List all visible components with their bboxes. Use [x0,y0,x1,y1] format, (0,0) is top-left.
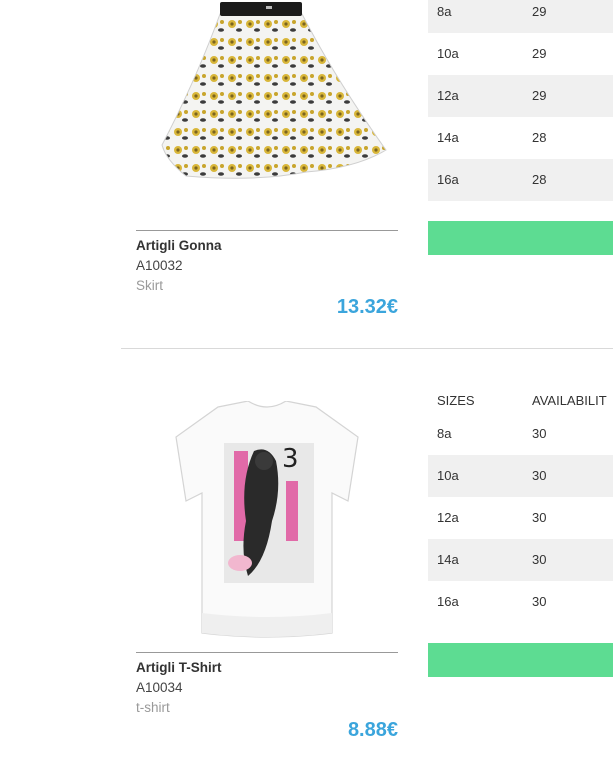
product-category: t-shirt [136,700,170,715]
sizes-table: SIZES AVAILABILIT 8a 30 10a 30 12a 30 14a 30… [428,389,613,623]
svg-text:3: 3 [282,444,299,474]
availability-value: 30 [532,552,547,567]
product-price: 13.32€ [336,296,398,318]
size-label: 12a [437,88,459,103]
size-label: 16a [437,172,459,187]
add-to-cart-button[interactable] [428,221,613,255]
info-divider [136,652,398,653]
size-row: 10a 30 [428,455,613,497]
size-row: 8a 29 [428,0,613,33]
product-code: A10034 [136,680,183,695]
size-label: 16a [437,594,459,609]
availability-value: 29 [532,88,547,103]
size-row: 16a 28 [428,159,613,201]
size-label: 14a [437,130,459,145]
availability-value: 28 [532,130,547,145]
availability-value: 30 [532,510,547,525]
size-label: 8a [437,4,452,19]
product-name[interactable]: Artigli Gonna [136,237,222,255]
availability-value: 29 [532,46,547,61]
size-row: 10a 29 [428,33,613,75]
product-card: Artigli Gonna A10032 Skirt 13.32€ 8a 29 1… [0,0,613,348]
product-name[interactable]: Artigli T-Shirt [136,659,222,677]
size-row: 12a 30 [428,497,613,539]
product-category: Skirt [136,278,163,293]
product-image[interactable]: 3 [136,401,398,646]
size-label: 12a [437,510,459,525]
availability-value: 30 [532,594,547,609]
info-divider [136,230,398,231]
availability-value: 28 [532,172,547,187]
product-code: A10032 [136,258,183,273]
size-row: 14a 30 [428,539,613,581]
sizes-table-header: SIZES AVAILABILIT [428,389,613,413]
size-row: 16a 30 [428,581,613,623]
size-label: 14a [437,552,459,567]
add-to-cart-button[interactable] [428,643,613,677]
product-image[interactable] [136,0,398,222]
size-row: 12a 29 [428,75,613,117]
size-label: 10a [437,46,459,61]
availability-value: 30 [532,426,547,441]
availability-value: 30 [532,468,547,483]
availability-header: AVAILABILIT [532,393,607,408]
availability-value: 29 [532,4,547,19]
size-label: 8a [437,426,452,441]
size-row: 14a 28 [428,117,613,159]
product-card: 3 Artigli T-Shirt A10034 t-shirt 8.88€ S… [0,349,613,758]
product-price: 8.88€ [347,719,398,741]
size-label: 10a [437,468,459,483]
sizes-table: 8a 29 10a 29 12a 29 14a 28 16a 28 [428,0,613,201]
size-row: 8a 30 [428,413,613,455]
sizes-header: SIZES [437,393,475,408]
